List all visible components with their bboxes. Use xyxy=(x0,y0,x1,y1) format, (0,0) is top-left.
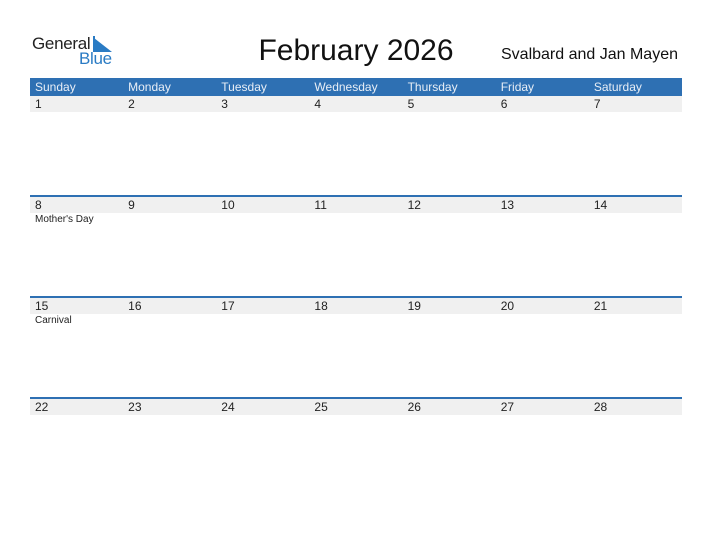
day-number: 19 xyxy=(407,299,421,313)
event-label xyxy=(123,314,216,326)
event-label xyxy=(496,415,589,416)
event-label xyxy=(403,314,496,326)
day-number: 11 xyxy=(314,198,327,212)
weekday-saturday: Saturday xyxy=(593,80,642,94)
weekday-wednesday: Wednesday xyxy=(314,80,378,94)
event-label xyxy=(589,112,682,113)
event-label xyxy=(403,112,496,113)
event-label xyxy=(216,213,309,225)
day-number: 12 xyxy=(407,198,421,212)
event-label xyxy=(309,314,402,326)
day-number: 18 xyxy=(314,299,328,313)
day-number: 23 xyxy=(128,400,142,414)
weekday-sunday: Sunday xyxy=(35,80,76,94)
day-number: 22 xyxy=(35,400,49,414)
day-number: 1 xyxy=(35,97,42,111)
day-number: 20 xyxy=(500,299,515,313)
day-number: 25 xyxy=(314,400,328,414)
event-label xyxy=(123,415,216,416)
event-strip xyxy=(30,112,682,113)
event-label xyxy=(30,415,123,416)
event-label xyxy=(309,415,402,416)
week-row: 1 2 3 4 5 6 7 xyxy=(30,96,682,195)
weekday-monday: Monday xyxy=(128,80,171,94)
day-number: 9 xyxy=(128,198,135,212)
event-label xyxy=(589,213,682,225)
week-row: 22 23 24 25 26 27 28 xyxy=(30,397,682,498)
region-name: Svalbard and Jan Mayen xyxy=(501,46,678,63)
day-number: 16 xyxy=(128,299,142,313)
week-row: 8 9 10 11 12 13 14 Mother's Day xyxy=(30,195,682,296)
weekday-tuesday: Tuesday xyxy=(221,80,267,94)
event-label xyxy=(123,112,216,113)
calendar-grid: Sunday Monday Tuesday Wednesday Thursday… xyxy=(30,78,682,498)
event-label xyxy=(216,415,309,416)
event-label xyxy=(496,213,589,225)
day-number: 24 xyxy=(221,400,235,414)
day-number: 13 xyxy=(500,198,515,212)
day-number: 7 xyxy=(593,97,601,111)
day-number: 5 xyxy=(407,97,415,111)
day-number: 2 xyxy=(128,97,135,111)
day-number: 8 xyxy=(35,198,42,212)
day-number-strip: 15 16 17 18 19 20 21 xyxy=(30,298,682,314)
day-number: 28 xyxy=(593,400,608,414)
event-label xyxy=(589,314,682,326)
day-number-strip: 22 23 24 25 26 27 28 xyxy=(30,399,682,415)
event-label xyxy=(30,112,123,113)
day-number: 17 xyxy=(221,299,235,313)
day-number: 4 xyxy=(314,97,322,111)
day-number: 26 xyxy=(407,400,421,414)
day-number: 27 xyxy=(500,400,515,414)
event-label xyxy=(309,213,402,225)
day-number: 21 xyxy=(593,299,608,313)
event-label xyxy=(216,314,309,326)
event-label xyxy=(309,112,402,113)
event-label xyxy=(589,415,682,416)
weekday-header: Sunday Monday Tuesday Wednesday Thursday… xyxy=(30,78,682,96)
day-number-strip: 1 2 3 4 5 6 7 xyxy=(30,96,682,112)
event-label xyxy=(496,314,589,326)
weekday-friday: Friday xyxy=(500,80,535,94)
day-number: 6 xyxy=(500,97,508,111)
event-label xyxy=(496,112,589,113)
week-row: 15 16 17 18 19 20 21 Carnival xyxy=(30,296,682,397)
day-number: 15 xyxy=(35,299,49,313)
event-strip: Mother's Day xyxy=(30,213,682,225)
day-number: 14 xyxy=(593,198,608,212)
event-strip xyxy=(30,415,682,416)
event-label: Carnival xyxy=(35,315,72,326)
event-label: Mother's Day xyxy=(35,214,94,225)
event-label xyxy=(403,213,496,225)
day-number-strip: 8 9 10 11 12 13 14 xyxy=(30,197,682,213)
day-number: 3 xyxy=(221,97,228,111)
event-strip: Carnival xyxy=(30,314,682,326)
day-number: 10 xyxy=(221,198,235,212)
event-label xyxy=(216,112,309,113)
event-label xyxy=(123,213,216,225)
event-label xyxy=(403,415,496,416)
weekday-thursday: Thursday xyxy=(407,80,458,94)
